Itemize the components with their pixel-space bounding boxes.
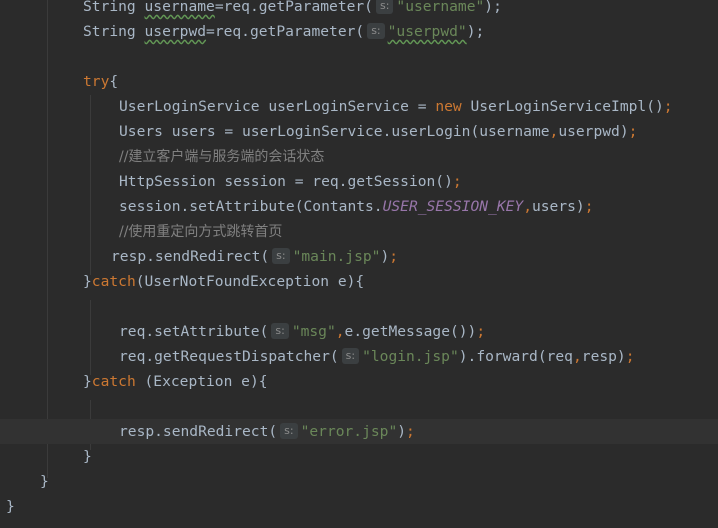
code-token: resp.sendRedirect( bbox=[111, 248, 270, 265]
parameter-hint-icon: s: bbox=[367, 23, 385, 39]
code-line[interactable]: } bbox=[0, 444, 718, 469]
string-literal: "login.jsp" bbox=[362, 348, 459, 365]
string-literal: "error.jsp" bbox=[300, 423, 398, 440]
code-token: ) bbox=[397, 423, 407, 440]
code-line[interactable]: //建立客户端与服务端的会话状态 bbox=[0, 144, 718, 169]
code-token: =req.getParameter( bbox=[214, 0, 373, 15]
code-line[interactable]: UserLoginService userLoginService = new … bbox=[0, 94, 718, 119]
code-line[interactable] bbox=[0, 44, 718, 69]
keyword-token: ; bbox=[452, 173, 462, 190]
string-literal: "msg" bbox=[291, 323, 336, 340]
code-line[interactable]: session.setAttribute(Contants.USER_SESSI… bbox=[0, 194, 718, 219]
parameter-hint-icon: s: bbox=[280, 423, 298, 439]
code-token: UserLoginService userLoginService = bbox=[119, 98, 436, 115]
code-token: { bbox=[109, 73, 119, 90]
code-token: username bbox=[144, 0, 215, 15]
code-token: resp) bbox=[581, 348, 626, 365]
code-line[interactable]: String userpwd=req.getParameter(s: "userp… bbox=[0, 19, 718, 44]
code-line[interactable] bbox=[0, 394, 718, 419]
code-token: ).forward(req bbox=[458, 348, 573, 365]
code-token: String bbox=[83, 0, 145, 15]
code-token: session.setAttribute(Contants. bbox=[119, 198, 383, 215]
keyword-token: ; bbox=[476, 323, 486, 340]
parameter-hint-icon: s: bbox=[341, 348, 360, 364]
code-line[interactable]: //使用重定向方式跳转首页 bbox=[0, 219, 718, 244]
code-token: (Exception e){ bbox=[144, 373, 268, 390]
code-token: req.setAttribute( bbox=[119, 323, 269, 340]
code-line[interactable]: } bbox=[0, 494, 718, 519]
string-literal: "main.jsp" bbox=[292, 248, 381, 265]
code-line[interactable]: } bbox=[0, 469, 718, 494]
code-line[interactable]: try{ bbox=[0, 69, 718, 94]
code-line[interactable]: String username=req.getParameter(s: "user… bbox=[0, 0, 718, 19]
keyword-token: ; bbox=[389, 248, 399, 265]
code-token: Users users = userLoginService.userLogin… bbox=[119, 123, 550, 140]
parameter-hint-icon: s: bbox=[271, 323, 289, 339]
code-token: userpwd bbox=[144, 23, 207, 40]
code-token: } bbox=[40, 473, 49, 490]
code-token: } bbox=[83, 273, 92, 290]
string-literal: "userpwd" bbox=[387, 23, 467, 40]
keyword-token: , bbox=[572, 348, 582, 365]
keyword-token: ; bbox=[584, 198, 594, 215]
keyword-token: ; bbox=[406, 423, 415, 440]
parameter-hint-icon: s: bbox=[272, 248, 290, 264]
code-line[interactable]: resp.sendRedirect(s: "main.jsp"); bbox=[0, 244, 718, 269]
code-comment: //建立客户端与服务端的会话状态 bbox=[119, 149, 325, 165]
code-line[interactable]: HttpSession session = req.getSession(); bbox=[0, 169, 718, 194]
code-token: ) bbox=[380, 248, 390, 265]
keyword-token: new bbox=[435, 98, 471, 115]
code-token: } bbox=[83, 373, 92, 390]
keyword-token: catch bbox=[91, 273, 136, 290]
keyword-token: ; bbox=[625, 348, 635, 365]
keyword-token: ; bbox=[628, 123, 638, 140]
string-literal: "username" bbox=[396, 0, 485, 15]
code-line[interactable]: Users users = userLoginService.userLogin… bbox=[0, 119, 718, 144]
code-line[interactable]: req.getRequestDispatcher(s: "login.jsp").… bbox=[0, 344, 718, 369]
keyword-token: , bbox=[523, 198, 532, 215]
code-token: String bbox=[83, 23, 145, 40]
code-token: =req.getParameter( bbox=[206, 23, 365, 40]
code-line[interactable]: resp.sendRedirect(s: "error.jsp"); bbox=[0, 419, 718, 444]
code-token: e.getMessage()) bbox=[344, 323, 477, 340]
keyword-token: , bbox=[549, 123, 559, 140]
code-line[interactable] bbox=[0, 294, 718, 319]
code-token: } bbox=[83, 448, 92, 465]
code-line[interactable]: }catch(UserNotFoundException e){ bbox=[0, 269, 718, 294]
code-token: UserLoginServiceImpl() bbox=[470, 98, 664, 115]
code-token: users) bbox=[531, 198, 585, 215]
code-token: req.getRequestDispatcher( bbox=[119, 348, 339, 365]
code-line[interactable]: req.setAttribute(s: "msg",e.getMessage())… bbox=[0, 319, 718, 344]
code-token: (UserNotFoundException e){ bbox=[135, 273, 365, 290]
code-token: resp.sendRedirect( bbox=[119, 423, 278, 440]
code-token: } bbox=[6, 498, 15, 515]
code-comment: //使用重定向方式跳转首页 bbox=[119, 224, 283, 240]
code-token: userpwd) bbox=[558, 123, 629, 140]
code-token: ); bbox=[484, 0, 502, 15]
keyword-token: try bbox=[83, 73, 110, 90]
code-editor[interactable]: String username=req.getParameter(s: "user… bbox=[0, 0, 718, 528]
code-line[interactable]: }catch (Exception e){ bbox=[0, 369, 718, 394]
parameter-hint-icon: s: bbox=[375, 0, 394, 14]
code-token: HttpSession session = req.getSession() bbox=[119, 173, 453, 190]
keyword-token: catch bbox=[91, 373, 145, 390]
keyword-token: ; bbox=[663, 98, 673, 115]
keyword-token: , bbox=[335, 323, 345, 340]
code-token: USER_SESSION_KEY bbox=[382, 198, 524, 215]
code-token: ); bbox=[466, 23, 485, 40]
